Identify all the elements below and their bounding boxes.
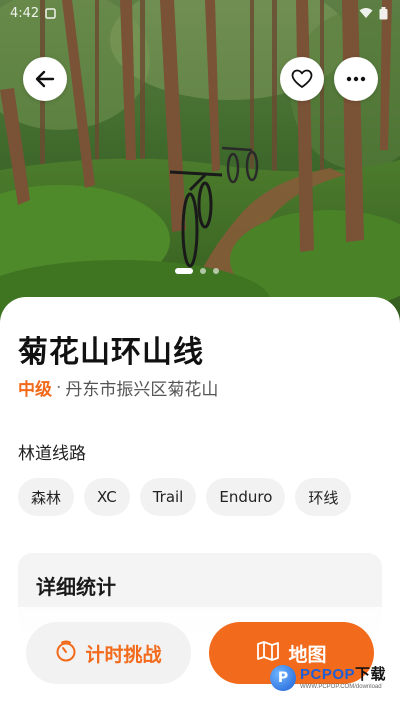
route-location: 丹东市振兴区菊花山	[65, 380, 219, 400]
watermark-text: PCPOP下载 WWW.PCPOP.COM/download	[300, 667, 386, 690]
bottom-action-bar: 计时挑战 地图	[0, 607, 400, 711]
tag-xc[interactable]: XC	[84, 478, 130, 516]
timer-challenge-label: 计时挑战	[85, 643, 162, 666]
trail-type-label: 林道线路	[18, 444, 86, 464]
carousel-indicator	[175, 268, 219, 274]
battery-icon	[379, 6, 388, 20]
wifi-icon	[359, 7, 373, 19]
heart-icon	[291, 69, 313, 89]
difficulty-level: 中级	[18, 380, 52, 400]
status-time: 4:42	[10, 5, 40, 21]
hero-image[interactable]: 4:42	[0, 0, 400, 330]
map-label: 地图	[288, 643, 327, 666]
watermark-brand-suffix: 下载	[355, 665, 387, 683]
route-subtitle: 中级 · 丹东市振兴区菊花山	[18, 375, 219, 401]
separator: ·	[56, 377, 62, 398]
tag-enduro[interactable]: Enduro	[206, 478, 286, 516]
route-title: 菊花山环山线	[18, 335, 204, 370]
back-button[interactable]	[23, 57, 67, 101]
carousel-dot[interactable]	[200, 268, 206, 274]
stats-title: 详细统计	[36, 575, 116, 599]
watermark-brand-name: PCPOP	[300, 665, 356, 683]
back-arrow-icon	[34, 68, 56, 90]
carousel-dot[interactable]	[213, 268, 219, 274]
timer-challenge-button[interactable]: 计时挑战	[26, 622, 191, 684]
tag-loop[interactable]: 环线	[295, 478, 352, 516]
favorite-button[interactable]	[280, 57, 324, 101]
watermark-logo: P	[270, 665, 296, 691]
carousel-dot-active[interactable]	[175, 268, 193, 274]
map-icon	[256, 640, 280, 667]
notification-icon	[45, 7, 56, 19]
tag-forest[interactable]: 森林	[18, 478, 75, 516]
forest-photo	[0, 0, 400, 330]
watermark: P PCPOP下载 WWW.PCPOP.COM/download	[270, 665, 386, 691]
timer-icon	[55, 640, 77, 667]
watermark-tagline: WWW.PCPOP.COM/download	[300, 683, 382, 690]
tag-list: 森林 XC Trail Enduro 环线	[18, 478, 352, 516]
watermark-brand: PCPOP下载	[300, 667, 386, 682]
status-bar: 4:42	[0, 0, 400, 26]
more-dots-icon	[346, 76, 366, 82]
tag-trail[interactable]: Trail	[139, 478, 197, 516]
more-button[interactable]	[334, 57, 378, 101]
